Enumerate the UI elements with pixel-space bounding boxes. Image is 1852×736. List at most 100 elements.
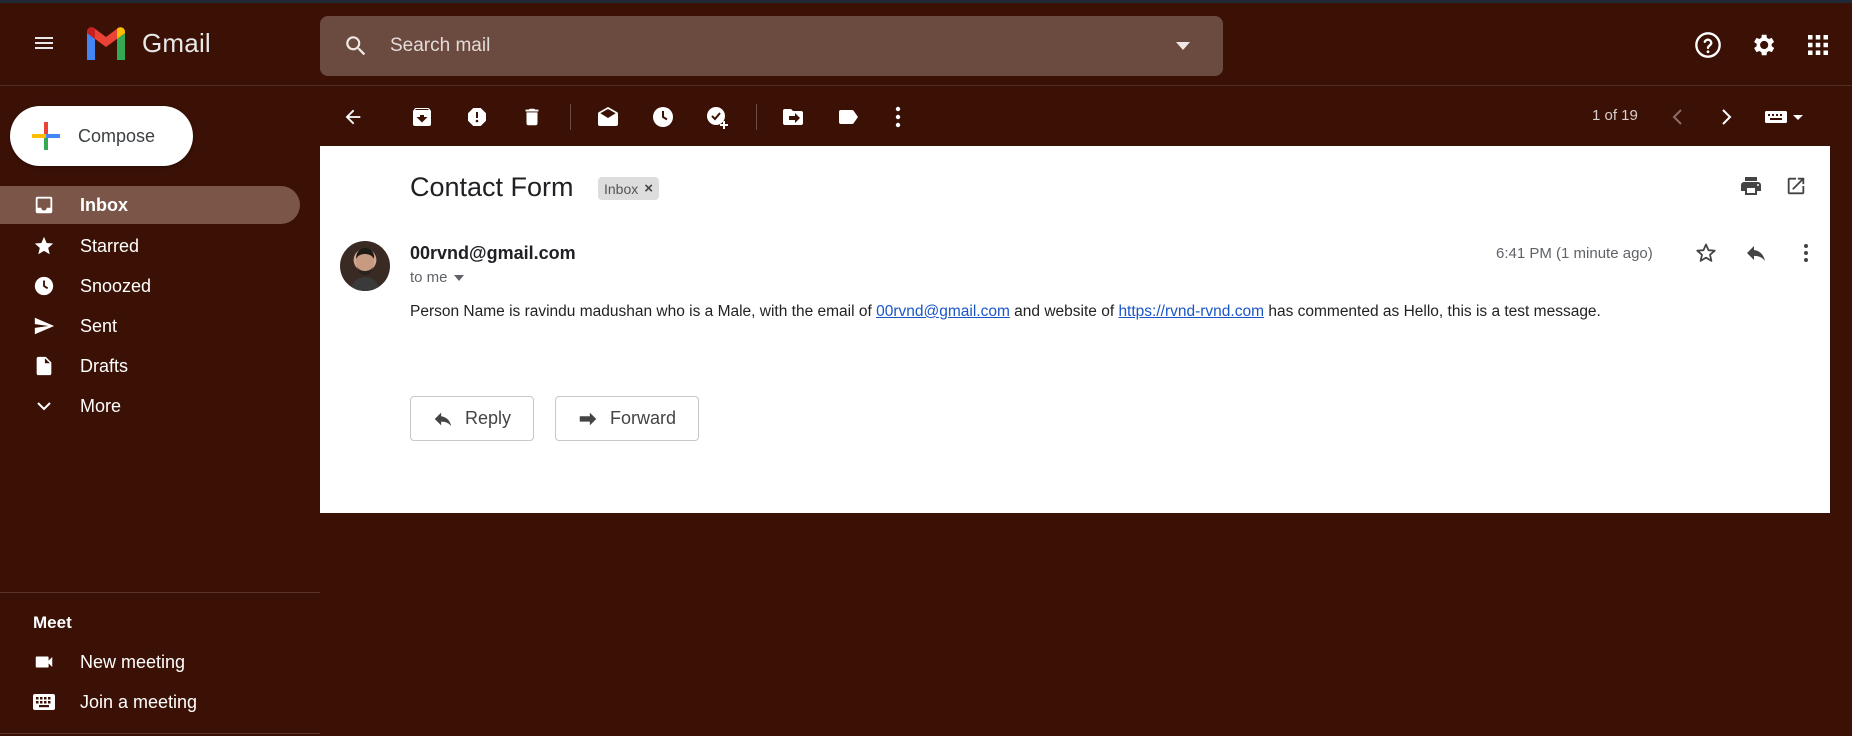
sidebar-item-label: Sent [80, 315, 118, 336]
reply-icon [1747, 246, 1765, 261]
draft-icon [32, 354, 56, 378]
task-add-icon [707, 107, 728, 129]
open-new-window-button[interactable] [1782, 172, 1810, 200]
message-body: Person Name is ravindu madushan who is a… [410, 303, 1601, 321]
sidebar-item-label: Snoozed [80, 275, 152, 296]
keyboard-icon [32, 690, 56, 714]
message-subject: Contact Form [410, 172, 574, 202]
video-icon [32, 650, 56, 674]
email-link[interactable]: 00rvnd@gmail.com [876, 303, 1010, 320]
archive-icon [413, 107, 431, 126]
more-vert-icon [895, 106, 901, 128]
hamburger-icon [35, 37, 53, 49]
apps-grid-icon [1808, 35, 1828, 55]
sidebar-item-label: Inbox [80, 194, 128, 215]
sender-avatar[interactable] [340, 241, 390, 291]
reply-icon [434, 412, 452, 426]
clock-icon [32, 274, 56, 298]
compose-label: Compose [78, 125, 156, 146]
snooze-button[interactable] [649, 103, 677, 131]
plus-icon [32, 122, 60, 150]
label-icon [839, 110, 858, 124]
sidebar-divider-bottom [0, 733, 320, 734]
message-more-button[interactable] [1792, 239, 1820, 267]
star-button[interactable] [1692, 239, 1720, 267]
input-tools-button[interactable] [1762, 103, 1808, 131]
labels-button[interactable] [834, 103, 862, 131]
clock-icon [653, 107, 673, 127]
print-all-button[interactable] [1737, 172, 1765, 200]
star-icon [32, 234, 56, 258]
forward-button[interactable]: Forward [555, 396, 700, 441]
apps-button[interactable] [1802, 29, 1834, 61]
newer-button[interactable] [1663, 103, 1691, 131]
chevron-left-icon [1672, 109, 1682, 125]
search-input[interactable] [390, 35, 1171, 57]
recipient-text: to me [410, 269, 448, 286]
meet-new-meeting[interactable]: New meeting [0, 643, 300, 681]
gmail-logo[interactable]: Gmail [84, 26, 211, 60]
sidebar-item-starred[interactable]: Starred [0, 227, 300, 265]
recipient-details-toggle[interactable]: to me [410, 269, 464, 286]
arrow-back-icon [345, 109, 361, 125]
mark-unread-button[interactable] [594, 103, 622, 131]
caret-down-icon [1176, 42, 1190, 50]
sidebar-item-label: Drafts [80, 355, 129, 376]
reply-button[interactable]: Reply [410, 396, 535, 441]
meet-item-label: New meeting [80, 651, 186, 672]
search-icon [346, 36, 366, 56]
meet-section-title: Meet [33, 613, 72, 632]
sidebar-item-more[interactable]: More [0, 387, 300, 425]
add-to-tasks-button[interactable] [704, 103, 732, 131]
main-menu-button[interactable] [26, 25, 62, 61]
keyboard-icon [1765, 111, 1803, 123]
gmail-m-icon [87, 27, 125, 60]
body-text-3: has commented as Hello, this is a test m… [1264, 303, 1601, 320]
meet-join-meeting[interactable]: Join a meeting [0, 683, 300, 721]
sidebar-item-inbox[interactable]: Inbox [0, 186, 300, 224]
forward-icon [579, 412, 597, 425]
star-outline-icon [1696, 243, 1716, 262]
sidebar-item-sent[interactable]: Sent [0, 307, 300, 345]
compose-button[interactable]: Compose [10, 106, 193, 166]
more-actions-button[interactable] [884, 103, 912, 131]
reply-icon-button[interactable] [1742, 239, 1770, 267]
message-timestamp: 6:41 PM (1 minute ago) [1496, 245, 1653, 262]
body-text-1: Person Name is ravindu madushan who is a… [410, 303, 877, 320]
search-button[interactable] [340, 30, 372, 62]
message-panel: Contact Form Inbox × 00rvnd@gmail.com to… [320, 146, 1830, 513]
move-to-button[interactable] [779, 103, 807, 131]
app-title: Gmail [142, 27, 211, 58]
forward-label: Forward [610, 408, 677, 428]
meet-item-label: Join a meeting [80, 691, 198, 712]
report-spam-button[interactable] [463, 103, 491, 131]
settings-button[interactable] [1747, 29, 1779, 61]
toolbar-separator [570, 104, 571, 130]
chevron-right-icon [1722, 109, 1732, 125]
older-button[interactable] [1713, 103, 1741, 131]
sidebar-divider [0, 592, 320, 593]
toolbar-separator [756, 104, 757, 130]
reply-label: Reply [465, 408, 512, 428]
caret-down-icon [453, 274, 464, 281]
remove-label-button[interactable]: × [644, 180, 653, 197]
support-button[interactable] [1692, 29, 1724, 61]
back-button[interactable] [339, 103, 367, 131]
archive-button[interactable] [408, 103, 436, 131]
mail-open-icon [598, 107, 618, 126]
inbox-icon [32, 193, 56, 217]
delete-button[interactable] [518, 103, 546, 131]
website-link[interactable]: https://rvnd-rvnd.com [1118, 303, 1264, 320]
label-chip-text: Inbox [604, 180, 639, 197]
search-options-button[interactable] [1171, 34, 1195, 58]
search-bar[interactable] [320, 16, 1223, 76]
open-in-new-icon [1787, 177, 1805, 195]
sender-name[interactable]: 00rvnd@gmail.com [410, 243, 576, 264]
body-text-2: and website of [1009, 303, 1119, 320]
sidebar-item-snoozed[interactable]: Snoozed [0, 267, 300, 305]
report-icon [468, 108, 486, 126]
more-vert-icon [1804, 244, 1808, 262]
sidebar-item-drafts[interactable]: Drafts [0, 347, 300, 385]
trash-icon [525, 108, 539, 126]
gear-icon [1754, 34, 1775, 56]
